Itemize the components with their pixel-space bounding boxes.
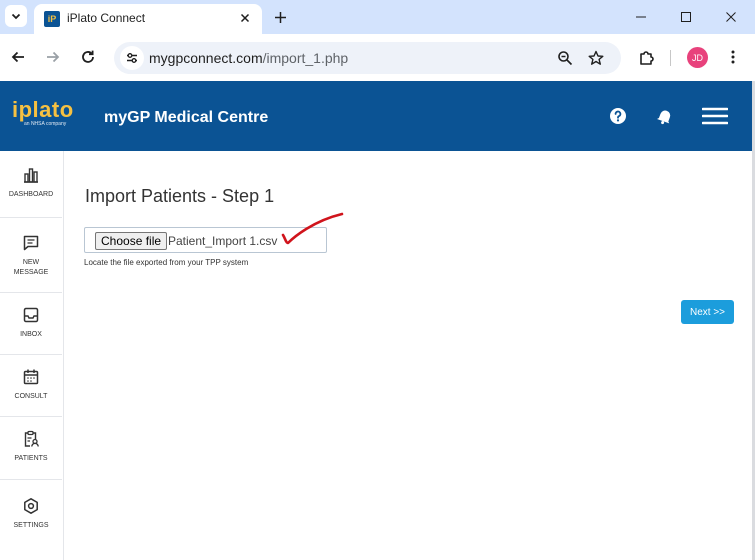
selected-file-name: Patient_Import 1.csv	[168, 234, 278, 248]
close-window-button[interactable]	[722, 8, 740, 26]
reload-icon	[82, 50, 94, 63]
url-host: mygpconnect.com	[149, 50, 263, 66]
close-window-icon	[726, 12, 736, 22]
profile-avatar[interactable]: JD	[687, 47, 708, 68]
sidebar: DASHBOARD NEW MESSAGE INBOX CONSULT PATI…	[0, 151, 64, 560]
help-button[interactable]	[607, 105, 629, 127]
reload-button[interactable]	[78, 47, 98, 67]
iplato-favicon-icon: iP	[44, 11, 60, 27]
sidebar-item-settings[interactable]: SETTINGS	[0, 497, 62, 531]
sidebar-item-inbox[interactable]: INBOX	[0, 306, 62, 340]
kebab-menu-icon	[731, 50, 735, 64]
sidebar-divider	[0, 416, 62, 417]
tune-icon	[127, 53, 137, 63]
sidebar-item-dashboard[interactable]: DASHBOARD	[0, 166, 62, 200]
arrow-left-icon	[11, 51, 24, 63]
sidebar-item-label: INBOX	[20, 331, 42, 338]
arrow-right-icon	[47, 51, 60, 63]
gear-icon	[24, 498, 38, 514]
sidebar-divider	[0, 292, 62, 293]
message-icon	[23, 235, 39, 251]
site-info-button[interactable]	[120, 46, 144, 70]
file-helper-text: Locate the file exported from your TPP s…	[84, 258, 249, 267]
logo-tagline: an NHSA company	[24, 121, 67, 127]
maximize-icon	[681, 12, 691, 22]
sidebar-item-patients[interactable]: PATIENTS	[0, 430, 62, 464]
tab-title: iPlato Connect	[67, 11, 146, 25]
sidebar-divider	[0, 479, 62, 480]
plus-icon	[274, 11, 286, 23]
calendar-icon	[23, 369, 39, 385]
help-icon	[610, 108, 626, 124]
browser-toolbar: mygpconnect.com/import_1.php JD	[0, 34, 755, 81]
next-button[interactable]: Next >>	[681, 300, 734, 324]
back-button[interactable]	[8, 47, 28, 67]
hamburger-menu-button[interactable]	[702, 105, 728, 127]
browser-tab-active[interactable]: iP iPlato Connect	[34, 4, 262, 34]
inbox-icon	[23, 307, 39, 323]
puzzle-icon	[639, 50, 654, 65]
practice-name: myGP Medical Centre	[104, 109, 269, 126]
zoom-button[interactable]	[556, 49, 574, 67]
forward-button[interactable]	[43, 47, 63, 67]
clipboard-user-icon	[24, 430, 39, 447]
sidebar-item-new-message[interactable]: NEW MESSAGE	[0, 234, 62, 278]
close-icon	[240, 13, 250, 23]
bookmark-button[interactable]	[587, 49, 605, 67]
maximize-button[interactable]	[677, 8, 695, 26]
app-header: iplato an NHSA company myGP Medical Cent…	[0, 81, 752, 151]
minimize-button[interactable]	[632, 8, 650, 26]
address-bar[interactable]: mygpconnect.com/import_1.php	[114, 42, 621, 74]
hamburger-icon	[702, 107, 728, 125]
iplato-logo[interactable]: iplato an NHSA company	[12, 99, 74, 128]
notifications-button[interactable]	[654, 105, 676, 127]
bar-chart-icon	[24, 168, 38, 183]
tab-close-button[interactable]	[236, 9, 254, 27]
sidebar-item-consult[interactable]: CONSULT	[0, 368, 62, 402]
sidebar-divider	[0, 217, 62, 218]
sidebar-item-label: SETTINGS	[13, 522, 49, 529]
choose-file-button[interactable]: Choose file	[95, 232, 168, 250]
url-path: /import_1.php	[262, 50, 349, 66]
logo-word: iplato	[12, 97, 74, 122]
tab-search-button[interactable]	[5, 5, 27, 27]
sidebar-divider	[0, 354, 62, 355]
zoom-icon	[558, 51, 573, 66]
star-icon	[588, 50, 604, 65]
page-title: Import Patients - Step 1	[85, 186, 275, 206]
extensions-button[interactable]	[636, 47, 656, 67]
toolbar-separator	[670, 50, 671, 66]
sidebar-item-label: CONSULT	[14, 393, 48, 400]
url-text: mygpconnect.com/import_1.php	[149, 50, 348, 66]
sidebar-item-label: NEW MESSAGE	[13, 259, 49, 276]
new-tab-button[interactable]	[270, 7, 290, 27]
browser-menu-button[interactable]	[723, 47, 743, 67]
bell-icon	[657, 110, 671, 125]
sidebar-item-label: PATIENTS	[14, 455, 48, 462]
browser-tabstrip: iP iPlato Connect	[0, 0, 755, 34]
minimize-icon	[636, 16, 646, 18]
chevron-down-icon	[11, 13, 21, 20]
sidebar-item-label: DASHBOARD	[8, 191, 54, 198]
red-checkmark-annotation-icon	[281, 212, 344, 245]
